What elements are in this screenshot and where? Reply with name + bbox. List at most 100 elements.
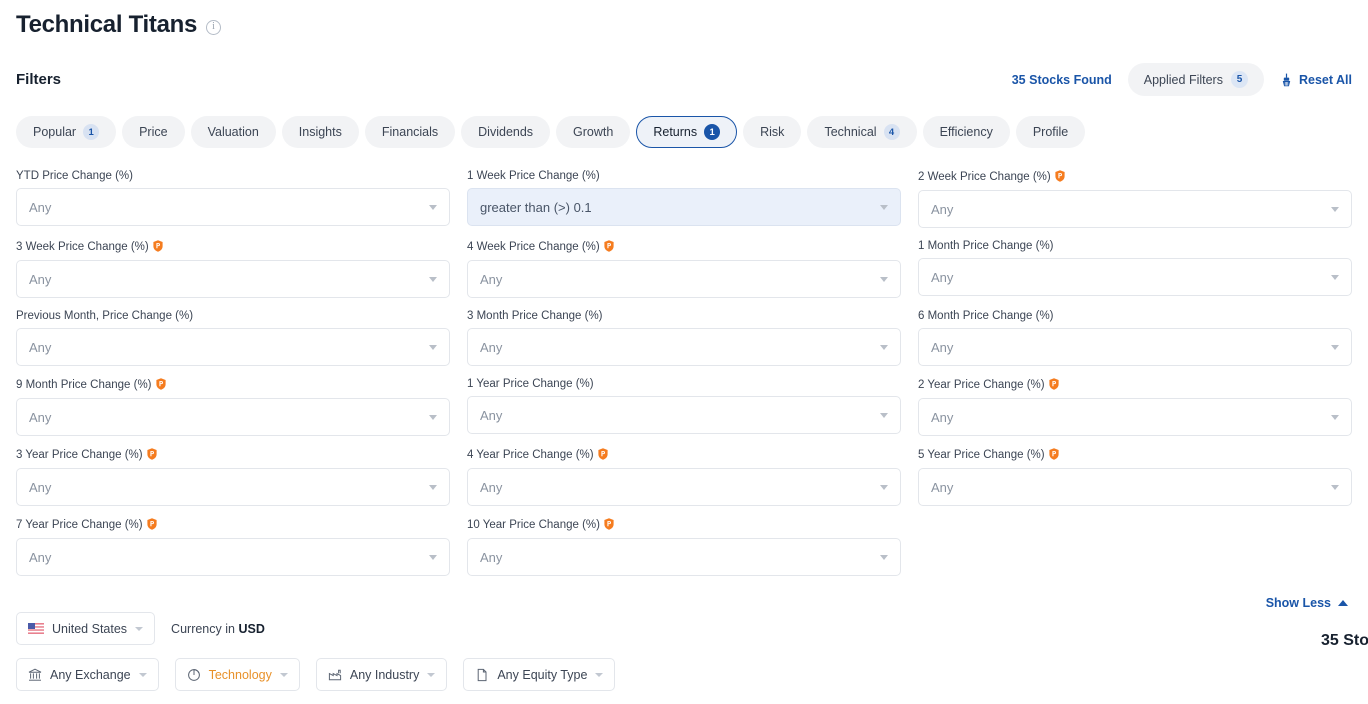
bank-icon <box>28 668 42 682</box>
filter-field-label-row: Previous Month, Price Change (%) <box>16 310 450 322</box>
chevron-down-icon <box>1331 275 1339 280</box>
filter-field-label-row: 3 Week Price Change (%) <box>16 240 450 254</box>
filter-field-value: Any <box>29 339 52 355</box>
show-less-row: Show Less <box>16 596 1352 610</box>
filter-field: 2 Week Price Change (%) Any <box>918 170 1352 228</box>
tab-label: Profile <box>1032 125 1069 139</box>
filters-header: Filters 35 Stocks Found Applied Filters … <box>16 63 1352 96</box>
tab-financials[interactable]: Financials <box>364 116 456 148</box>
reset-all-button[interactable]: Reset All <box>1280 73 1352 87</box>
filter-field-label: YTD Price Change (%) <box>16 170 133 182</box>
filter-field-label-row: 1 Month Price Change (%) <box>918 240 1352 252</box>
filter-field-select[interactable]: Any <box>16 398 450 436</box>
stocks-found-count: 35 Stocks Found <box>1011 72 1112 87</box>
country-label: United States <box>52 621 128 636</box>
chevron-down-icon <box>429 415 437 420</box>
tab-profile[interactable]: Profile <box>1015 116 1086 148</box>
filter-field: 1 Week Price Change (%) greater than (>) … <box>467 170 901 228</box>
chip-any-industry[interactable]: Any Industry <box>315 658 448 691</box>
chevron-down-icon <box>1331 415 1339 420</box>
filter-field-label-row: 7 Year Price Change (%) <box>16 518 450 532</box>
applied-filters-count: 5 <box>1230 71 1248 88</box>
filter-field-label: 3 Year Price Change (%) <box>16 449 143 461</box>
tab-efficiency[interactable]: Efficiency <box>922 116 1010 148</box>
tab-label: Popular <box>33 125 77 139</box>
chip-label: Any Exchange <box>50 667 131 682</box>
filter-field-select[interactable]: Any <box>918 328 1352 366</box>
filter-field-select[interactable]: Any <box>467 260 901 298</box>
chip-any-equity-type[interactable]: Any Equity Type <box>463 658 616 691</box>
info-icon[interactable]: i <box>206 19 222 35</box>
pro-badge-icon <box>146 518 157 530</box>
filter-field-select[interactable]: Any <box>918 398 1352 436</box>
chevron-down-icon <box>427 672 436 677</box>
filter-field-select[interactable]: Any <box>16 188 450 226</box>
chip-label: Any Industry <box>349 667 420 682</box>
us-flag-icon <box>28 623 44 634</box>
chevron-down-icon <box>429 205 437 210</box>
filter-field-select[interactable]: Any <box>918 258 1352 296</box>
filter-field: 5 Year Price Change (%) Any <box>918 448 1352 506</box>
country-selector[interactable]: United States <box>16 612 156 645</box>
filter-field-label: 4 Week Price Change (%) <box>467 241 600 253</box>
filters-label: Filters <box>16 71 62 88</box>
pro-badge-icon <box>1048 448 1059 460</box>
filter-field-value: Any <box>931 269 954 285</box>
filter-field-select[interactable]: Any <box>467 328 901 366</box>
filter-field-select[interactable]: Any <box>918 190 1352 228</box>
tab-risk[interactable]: Risk <box>743 116 802 148</box>
filter-field: 3 Year Price Change (%) Any <box>16 448 450 506</box>
filter-field: 3 Week Price Change (%) Any <box>16 240 450 298</box>
pro-badge-icon <box>1055 170 1065 182</box>
filter-field-select[interactable]: Any <box>16 260 450 298</box>
chevron-down-icon <box>1331 345 1339 350</box>
filter-category-tabs: Popular 1 Price Valuation Insights Financials… <box>16 116 1352 148</box>
filter-field-select[interactable]: greater than (>) 0.1 <box>467 188 901 226</box>
tab-valuation[interactable]: Valuation <box>190 116 276 148</box>
tab-growth[interactable]: Growth <box>556 116 631 148</box>
filter-field-value: Any <box>480 549 503 565</box>
filter-field-select[interactable]: Any <box>467 396 901 434</box>
pro-badge-icon <box>1048 378 1059 390</box>
currency-info: Currency in USD <box>171 622 265 636</box>
chip-technology[interactable]: Technology <box>174 658 300 691</box>
filter-field-value: Any <box>931 339 954 355</box>
filter-field-label: 1 Month Price Change (%) <box>918 240 1054 252</box>
tab-label: Valuation <box>207 125 259 139</box>
chevron-down-icon <box>880 277 888 282</box>
filter-field-select[interactable]: Any <box>16 538 450 576</box>
page-header: Technical Titans i <box>16 0 1352 39</box>
filter-field-value: Any <box>29 271 52 287</box>
show-less-button[interactable]: Show Less <box>1266 596 1348 610</box>
filter-field-label-row: 3 Year Price Change (%) <box>16 448 450 462</box>
filter-field-label: 10 Year Price Change (%) <box>467 519 600 531</box>
filter-field: 7 Year Price Change (%) Any <box>16 518 450 576</box>
chip-any-exchange[interactable]: Any Exchange <box>16 658 159 691</box>
filter-field-select[interactable]: Any <box>16 468 450 506</box>
filter-field-select[interactable]: Any <box>467 538 901 576</box>
filter-field-label: 2 Week Price Change (%) <box>918 171 1051 183</box>
filter-field-select[interactable]: Any <box>16 328 450 366</box>
reset-all-label: Reset All <box>1298 72 1352 87</box>
pie-chart-icon <box>187 668 201 682</box>
pro-badge-icon <box>604 518 614 530</box>
tab-returns[interactable]: Returns 1 <box>636 116 738 148</box>
tab-insights[interactable]: Insights <box>281 116 359 148</box>
filter-field-label-row: YTD Price Change (%) <box>16 170 450 182</box>
tab-technical[interactable]: Technical 4 <box>807 116 917 148</box>
filter-field-label-row: 1 Week Price Change (%) <box>467 170 901 182</box>
applied-filters-button[interactable]: Applied Filters 5 <box>1127 63 1264 96</box>
tab-dividends[interactable]: Dividends <box>461 116 551 148</box>
filter-field-label-row: 10 Year Price Change (%) <box>467 518 901 532</box>
bottom-toolbar: United States Currency in USD Any Exchan… <box>16 612 1368 691</box>
filter-field: 3 Month Price Change (%) Any <box>467 310 901 366</box>
tab-popular[interactable]: Popular 1 <box>16 116 117 148</box>
chevron-up-icon <box>1338 600 1348 606</box>
tab-label: Technical <box>824 125 877 139</box>
filter-field-select[interactable]: Any <box>918 468 1352 506</box>
tab-price[interactable]: Price <box>122 116 185 148</box>
filter-field: 4 Week Price Change (%) Any <box>467 240 901 298</box>
chip-label: Any Equity Type <box>497 667 588 682</box>
filter-field-select[interactable]: Any <box>467 468 901 506</box>
filter-field-value: Any <box>29 549 52 565</box>
